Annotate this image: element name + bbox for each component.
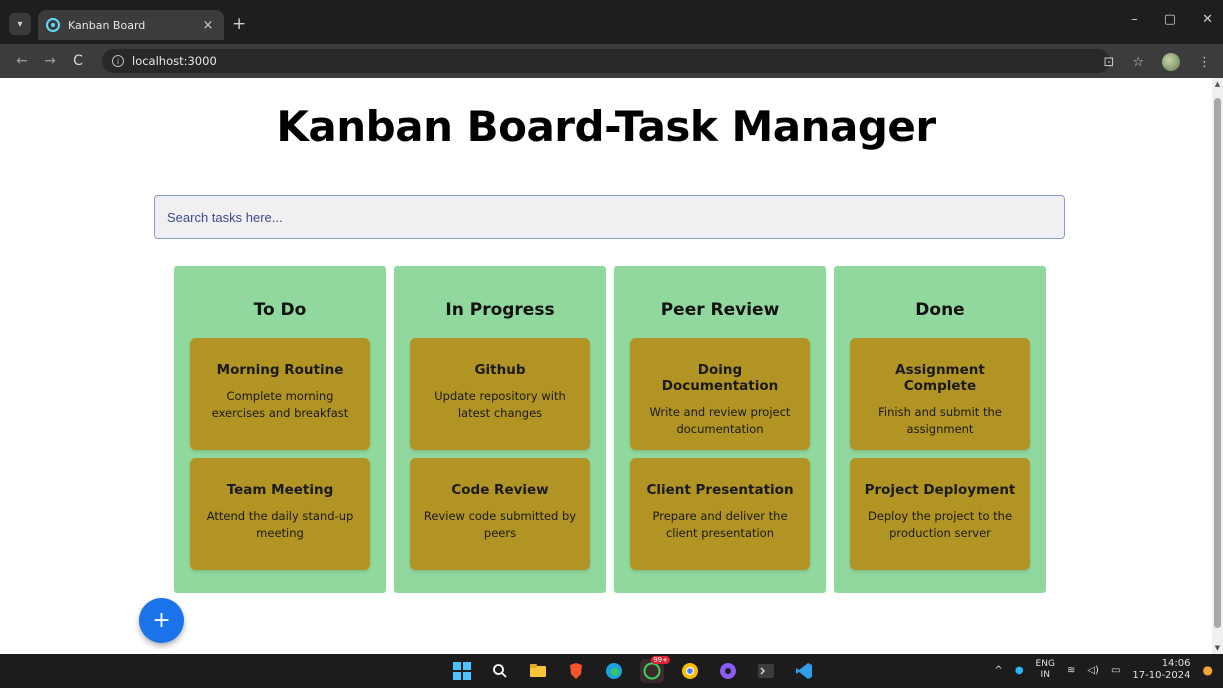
scroll-down-arrow-icon[interactable]: ▼ bbox=[1214, 644, 1221, 652]
security-tray-icon[interactable]: ● bbox=[1015, 665, 1024, 676]
task-card[interactable]: Assignment Complete Finish and submit th… bbox=[850, 338, 1030, 450]
browser-tab[interactable]: Kanban Board × bbox=[38, 10, 224, 40]
task-title: Team Meeting bbox=[226, 482, 334, 498]
task-card[interactable]: Code Review Review code submitted by pee… bbox=[410, 458, 590, 570]
reload-button[interactable]: C bbox=[64, 53, 92, 69]
volume-icon[interactable]: ◁) bbox=[1087, 665, 1099, 676]
window-controls: – ▢ ✕ bbox=[1131, 12, 1213, 27]
restore-button[interactable]: ▢ bbox=[1164, 12, 1176, 27]
language-indicator[interactable]: ENG IN bbox=[1036, 659, 1055, 681]
task-description: Update repository with latest changes bbox=[434, 389, 566, 420]
browser-tab-bar: ▾ Kanban Board × + – ▢ ✕ bbox=[0, 0, 1223, 44]
column-done: Done Assignment Complete Finish and subm… bbox=[834, 266, 1046, 593]
github-desktop-icon[interactable] bbox=[716, 659, 740, 683]
column-in-progress: In Progress Github Update repository wit… bbox=[394, 266, 606, 593]
brave-browser-icon[interactable] bbox=[564, 659, 588, 683]
task-title: Client Presentation bbox=[646, 482, 794, 498]
card-list: Github Update repository with latest cha… bbox=[410, 338, 590, 570]
task-card[interactable]: Project Deployment Deploy the project to… bbox=[850, 458, 1030, 570]
edge-browser-icon[interactable] bbox=[602, 659, 626, 683]
search-icon[interactable] bbox=[488, 659, 512, 683]
wifi-icon[interactable]: ≋ bbox=[1067, 665, 1075, 676]
clock-date: 17-10-2024 bbox=[1132, 670, 1191, 681]
task-title: Morning Routine bbox=[216, 362, 344, 378]
clock[interactable]: 14:06 17-10-2024 bbox=[1132, 658, 1190, 682]
system-tray: ^ ● ENG IN ≋ ◁) ▭ 14:06 17-10-2024 ● bbox=[994, 658, 1213, 682]
tab-title: Kanban Board bbox=[68, 18, 146, 32]
task-title: Doing Documentation bbox=[661, 362, 779, 394]
scroll-up-arrow-icon[interactable]: ▲ bbox=[1214, 80, 1221, 88]
task-description: Complete morning exercises and breakfast bbox=[211, 389, 349, 420]
task-description: Finish and submit the assignment bbox=[878, 405, 1002, 436]
os-taskbar: 99+ ^ ● ENG IN ≋ ◁) ▭ 14:06 17-10-2024 ● bbox=[0, 654, 1223, 688]
task-card[interactable]: Doing Documentation Write and review pro… bbox=[630, 338, 810, 450]
language-code: ENG bbox=[1035, 659, 1055, 669]
install-app-icon[interactable]: ⊡ bbox=[1103, 55, 1114, 70]
task-description: Write and review project documentation bbox=[649, 405, 791, 436]
show-hidden-icons-chevron-icon[interactable]: ^ bbox=[994, 665, 1002, 676]
site-info-icon[interactable]: i bbox=[112, 55, 124, 67]
card-list: Morning Routine Complete morning exercis… bbox=[190, 338, 370, 570]
task-description: Attend the daily stand-up meeting bbox=[206, 509, 354, 540]
task-card[interactable]: Team Meeting Attend the daily stand-up m… bbox=[190, 458, 370, 570]
page-scrollbar[interactable]: ▲ ▼ bbox=[1212, 78, 1223, 654]
page-title: Kanban Board-Task Manager bbox=[276, 102, 936, 151]
add-task-button[interactable]: + bbox=[139, 598, 184, 643]
bookmark-star-icon[interactable]: ☆ bbox=[1132, 55, 1144, 70]
profile-avatar[interactable] bbox=[1162, 53, 1180, 71]
battery-icon[interactable]: ▭ bbox=[1111, 665, 1120, 676]
chrome-icon[interactable] bbox=[678, 659, 702, 683]
kanban-board: To Do Morning Routine Complete morning e… bbox=[174, 266, 1046, 593]
column-title: Done bbox=[915, 300, 965, 320]
notification-bell-icon[interactable]: ● bbox=[1203, 663, 1213, 677]
url-text[interactable]: localhost:3000 bbox=[132, 54, 217, 68]
react-favicon-icon bbox=[46, 18, 60, 32]
task-description: Deploy the project to the production ser… bbox=[867, 509, 1013, 540]
tab-search-icon[interactable]: ▾ bbox=[9, 13, 31, 35]
task-title: Code Review bbox=[451, 482, 549, 498]
task-card[interactable]: Client Presentation Prepare and deliver … bbox=[630, 458, 810, 570]
task-title: Github bbox=[474, 362, 526, 378]
column-peer-review: Peer Review Doing Documentation Write an… bbox=[614, 266, 826, 593]
whatsapp-icon[interactable]: 99+ bbox=[640, 656, 670, 683]
column-title: Peer Review bbox=[660, 300, 780, 320]
task-title: Project Deployment bbox=[864, 482, 1016, 498]
back-button[interactable]: ← bbox=[8, 53, 36, 69]
column-title: To Do bbox=[253, 300, 307, 320]
region-code: IN bbox=[1040, 670, 1050, 680]
task-card[interactable]: Github Update repository with latest cha… bbox=[410, 338, 590, 450]
task-title: Assignment Complete bbox=[895, 362, 985, 394]
vscode-icon[interactable] bbox=[792, 659, 816, 683]
close-window-button[interactable]: ✕ bbox=[1202, 12, 1213, 27]
new-tab-button[interactable]: + bbox=[232, 14, 246, 34]
forward-button[interactable]: → bbox=[36, 53, 64, 69]
address-bar: ← → C i localhost:3000 ⊡ ☆ ⋮ bbox=[0, 44, 1223, 78]
column-title: In Progress bbox=[445, 300, 555, 320]
page-viewport: Kanban Board-Task Manager To Do Morning … bbox=[0, 78, 1223, 654]
scroll-thumb[interactable] bbox=[1214, 98, 1221, 628]
clock-time: 14:06 bbox=[1161, 658, 1191, 669]
task-description: Review code submitted by peers bbox=[423, 509, 577, 540]
tab-close-icon[interactable]: × bbox=[200, 18, 216, 33]
task-card[interactable]: Morning Routine Complete morning exercis… bbox=[190, 338, 370, 450]
toolbar-actions: ⊡ ☆ ⋮ bbox=[1103, 53, 1211, 71]
minimize-button[interactable]: – bbox=[1131, 12, 1138, 27]
search-input[interactable] bbox=[154, 195, 1065, 239]
taskbar-apps: 99+ bbox=[450, 656, 816, 683]
card-list: Assignment Complete Finish and submit th… bbox=[850, 338, 1030, 570]
task-description: Prepare and deliver the client presentat… bbox=[652, 509, 788, 540]
windows-start-icon[interactable] bbox=[450, 659, 474, 683]
file-explorer-icon[interactable] bbox=[526, 659, 550, 683]
card-list: Doing Documentation Write and review pro… bbox=[630, 338, 810, 570]
notification-badge: 99+ bbox=[651, 656, 670, 664]
terminal-icon[interactable] bbox=[754, 659, 778, 683]
browser-menu-icon[interactable]: ⋮ bbox=[1198, 55, 1211, 70]
column-to-do: To Do Morning Routine Complete morning e… bbox=[174, 266, 386, 593]
url-omnibox[interactable]: i localhost:3000 bbox=[102, 49, 1110, 73]
